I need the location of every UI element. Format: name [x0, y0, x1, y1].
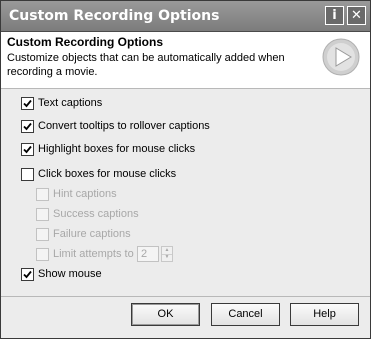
help-button[interactable]: Help	[290, 303, 359, 326]
checkmark-icon	[23, 122, 32, 131]
failure-captions-checkbox[interactable]	[36, 228, 49, 241]
dialog-header: Custom Recording Options Customize objec…	[1, 32, 370, 89]
success-captions-checkbox[interactable]	[36, 208, 49, 221]
hint-captions-label: Hint captions	[53, 188, 117, 200]
limit-attempts-label: Limit attempts to	[53, 248, 134, 260]
limit-attempts-input[interactable]: 2	[137, 246, 159, 262]
rollover-captions-checkbox[interactable]	[21, 120, 34, 133]
show-mouse-checkbox[interactable]	[21, 268, 34, 281]
header-description: Customize objects that can be automatica…	[7, 52, 285, 78]
ok-button[interactable]: OK	[131, 303, 200, 326]
hint-captions-checkbox[interactable]	[36, 188, 49, 201]
info-button[interactable]: i	[325, 6, 344, 25]
failure-captions-label: Failure captions	[53, 228, 131, 240]
play-icon	[322, 38, 360, 76]
checkmark-icon	[23, 145, 32, 154]
text-captions-label: Text captions	[38, 97, 103, 109]
checkmark-icon	[23, 99, 32, 108]
cancel-button[interactable]: Cancel	[211, 303, 280, 326]
window-title: Custom Recording Options	[9, 8, 220, 24]
click-boxes-checkbox[interactable]	[21, 168, 34, 181]
highlight-boxes-label: Highlight boxes for mouse clicks	[38, 143, 196, 155]
footer-divider	[1, 296, 370, 297]
text-captions-checkbox[interactable]	[21, 97, 34, 110]
highlight-boxes-checkbox[interactable]	[21, 143, 34, 156]
limit-attempts-checkbox[interactable]	[36, 248, 49, 261]
header-title: Custom Recording Options	[7, 35, 163, 49]
spin-down-icon[interactable]: ▼	[162, 254, 172, 261]
checkmark-icon	[23, 270, 32, 279]
title-bar: Custom Recording Options i ✕	[1, 1, 370, 32]
limit-attempts-spinner[interactable]: ▲ ▼	[161, 246, 173, 262]
custom-recording-options-dialog: Custom Recording Options i ✕ Custom Reco…	[0, 0, 371, 339]
show-mouse-label: Show mouse	[38, 268, 102, 280]
close-button[interactable]: ✕	[347, 6, 366, 25]
rollover-captions-label: Convert tooltips to rollover captions	[38, 120, 210, 132]
success-captions-label: Success captions	[53, 208, 139, 220]
click-boxes-label: Click boxes for mouse clicks	[38, 168, 177, 180]
